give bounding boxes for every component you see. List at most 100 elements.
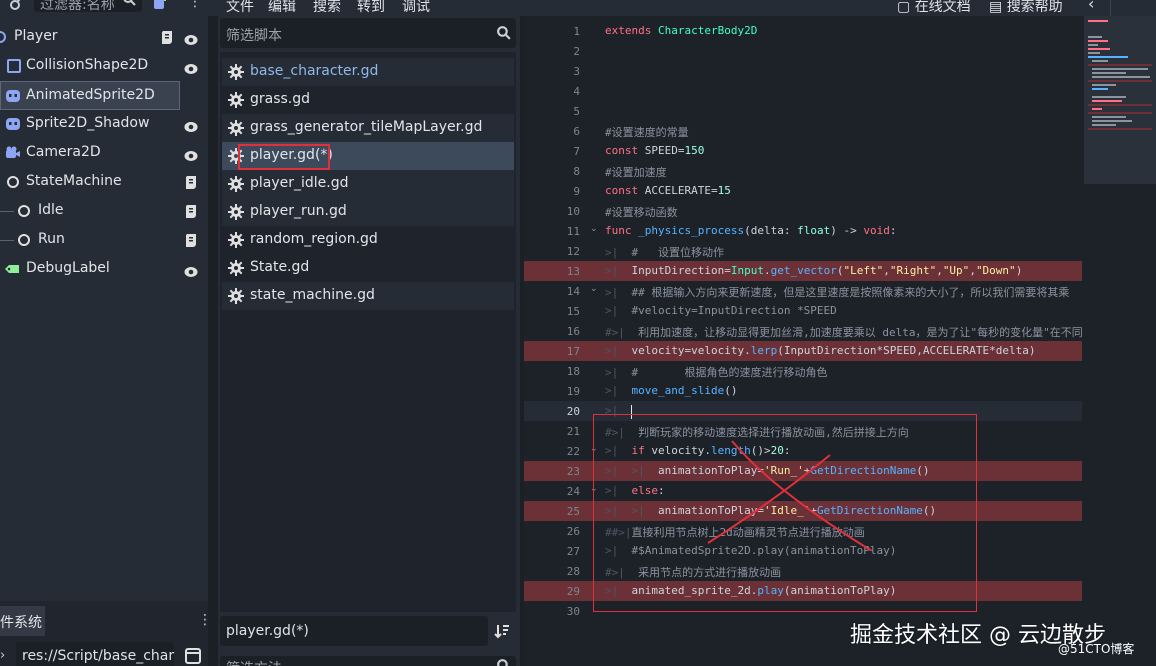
tree-node-statemachine[interactable]: StateMachine	[0, 168, 208, 197]
tree-node-label: Idle	[38, 202, 64, 218]
fold-arrow-icon[interactable]: ⌄	[590, 224, 598, 234]
code-line-8[interactable]: 8 #设置加速度	[524, 161, 1082, 181]
script-icon[interactable]	[184, 204, 198, 223]
tree-node-collisionshape2d[interactable]: CollisionShape2D	[0, 52, 208, 81]
top-bar: 过滤器:名称 ⋮ 文件 编辑 搜索 转到 调试 ▢ 在线文档 ▤ 搜索帮助 ‹	[0, 0, 1156, 16]
code-line-4[interactable]: 4	[524, 81, 1082, 101]
panel-divider[interactable]	[208, 16, 218, 666]
code-line-10[interactable]: 10 #设置移动函数	[524, 201, 1082, 221]
layout-toggle-icon[interactable]	[185, 648, 201, 666]
tree-node-animatedsprite2d[interactable]: AnimatedSprite2D	[0, 81, 180, 110]
tree-node-label: DebugLabel	[26, 260, 110, 276]
script-filter-input[interactable]: 筛选脚本	[220, 18, 516, 48]
node-icon	[16, 203, 32, 219]
filesystem-path-input[interactable]: res://Script/base_char	[16, 642, 174, 666]
menu-debug[interactable]: 调试	[402, 0, 430, 16]
code-line-15[interactable]: 15 >| #velocity=InputDirection *SPEED	[524, 301, 1082, 321]
line-number: 8	[573, 165, 580, 178]
current-script-field[interactable]: player.gd(*)	[220, 616, 488, 646]
script-icon[interactable]	[160, 30, 174, 49]
line-number: 28	[566, 565, 580, 578]
script-item-grass[interactable]: grass.gd	[222, 86, 514, 114]
code-line-14[interactable]: 14 ⌄ >| ## 根据输入方向来更新速度，但是这里速度是按照像素来的大小了，所以…	[524, 281, 1082, 301]
code-line-2[interactable]: 2	[524, 41, 1082, 61]
menu-file[interactable]: 文件	[226, 0, 254, 16]
tree-node-sprite2d-shadow[interactable]: Sprite2D_Shadow	[0, 110, 208, 139]
filesystem-tab[interactable]: 文件系统	[0, 606, 45, 636]
gear-icon	[228, 92, 244, 112]
script-item-label: State.gd	[250, 259, 310, 275]
eye-icon[interactable]	[184, 60, 198, 79]
node-filter-input[interactable]: 过滤器:名称	[34, 0, 142, 13]
script-item-label: grass.gd	[250, 91, 311, 107]
code-text: extends CharacterBody2D	[605, 24, 758, 37]
tree-node-idle[interactable]: Idle	[0, 197, 208, 226]
code-line-6[interactable]: 6 #设置速度的常量	[524, 121, 1082, 141]
more-vertical-icon[interactable]: ⋮	[188, 0, 202, 10]
code-line-5[interactable]: 5	[524, 101, 1082, 121]
code-text: const ACCELERATE=15	[605, 184, 731, 197]
code-line-18[interactable]: 18 >| # 根据角色的速度进行移动角色	[524, 361, 1082, 381]
search-help-button[interactable]: ▤ 搜索帮助	[989, 0, 1063, 16]
code-line-1[interactable]: 1 extends CharacterBody2D	[524, 21, 1082, 41]
tree-node-label: StateMachine	[26, 173, 122, 189]
chevron-right-icon[interactable]: ›	[0, 648, 5, 663]
menu-edit[interactable]: 编辑	[268, 0, 296, 16]
collision-shape-icon	[6, 58, 22, 74]
add-node-icon[interactable]	[152, 0, 168, 15]
menu-goto[interactable]: 转到	[357, 0, 385, 16]
code-text: #>| 利用加速度，让移动显得更加丝滑,加速度要乘以 delta，是为了让"每秒…	[605, 326, 1083, 339]
back-arrow-icon[interactable]: ‹	[1088, 0, 1094, 13]
online-docs-label: 在线文档	[914, 0, 971, 15]
code-text: #设置加速度	[605, 166, 667, 179]
script-icon[interactable]	[184, 233, 198, 252]
code-minimap[interactable]	[1084, 16, 1156, 184]
line-number: 3	[573, 65, 580, 78]
line-number: 16	[566, 325, 580, 338]
eye-icon[interactable]	[184, 31, 198, 50]
sort-icon[interactable]	[494, 623, 510, 643]
method-filter-input[interactable]: 筛选方法	[220, 656, 516, 666]
fold-arrow-icon[interactable]: ⌄	[590, 284, 598, 294]
link-scene-icon[interactable]	[8, 0, 22, 15]
line-number: 30	[566, 605, 580, 618]
code-line-13[interactable]: 13 >| InputDirection=Input.get_vector("Le…	[524, 261, 1082, 281]
script-item-grass-generator[interactable]: grass_generator_tileMapLayer.gd	[222, 114, 514, 142]
script-item-state-machine[interactable]: state_machine.gd	[222, 282, 514, 310]
script-item-random-region[interactable]: random_region.gd	[222, 226, 514, 254]
eye-icon[interactable]	[184, 147, 198, 166]
code-line-16[interactable]: 16 #>| 利用加速度，让移动显得更加丝滑,加速度要乘以 delta，是为了让"…	[524, 321, 1083, 341]
line-number: 11	[566, 225, 580, 238]
code-line-9[interactable]: 9 const ACCELERATE=15	[524, 181, 1082, 201]
tree-node-player[interactable]: Player	[0, 23, 208, 52]
script-item-state[interactable]: State.gd	[222, 254, 514, 282]
red-highlight-box	[238, 144, 330, 170]
tree-node-run[interactable]: Run	[0, 226, 208, 255]
script-item-label: state_machine.gd	[250, 287, 375, 303]
eye-icon[interactable]	[184, 263, 198, 282]
script-item-player-idle[interactable]: player_idle.gd	[222, 170, 514, 198]
code-line-12[interactable]: 12 >| # 设置位移动作	[524, 241, 1082, 261]
code-line-19[interactable]: 19 >| move_and_slide()	[524, 381, 1082, 401]
tree-node-label: CollisionShape2D	[26, 57, 149, 73]
filesystem-tab-label: 文件系统	[0, 615, 42, 631]
code-text: >| InputDirection=Input.get_vector("Left…	[605, 264, 1023, 277]
tree-node-camera2d[interactable]: Camera2D	[0, 139, 208, 168]
code-line-17[interactable]: 17 >| velocity=velocity.lerp(InputDirecti…	[524, 341, 1082, 361]
script-item-player-run[interactable]: player_run.gd	[222, 198, 514, 226]
online-docs-button[interactable]: ▢ 在线文档	[897, 0, 971, 16]
code-text: >| move_and_slide()	[605, 384, 738, 397]
script-icon[interactable]	[184, 175, 198, 194]
code-line-11[interactable]: 11 ⌄ func _physics_process(delta: float) -…	[524, 221, 1082, 241]
code-line-7[interactable]: 7 const SPEED=150	[524, 141, 1082, 161]
line-number: 19	[566, 385, 580, 398]
script-item-base-character[interactable]: base_character.gd	[222, 58, 514, 86]
menu-search[interactable]: 搜索	[313, 0, 341, 16]
eye-icon[interactable]	[184, 118, 198, 137]
code-line-3[interactable]: 3	[524, 61, 1082, 81]
node-icon	[5, 174, 21, 190]
code-text: >| ## 根据输入方向来更新速度，但是这里速度是按照像素来的大小了，所以我们需…	[605, 286, 1070, 299]
search-icon	[496, 25, 511, 44]
tree-node-debuglabel[interactable]: DebugLabel	[0, 255, 208, 284]
code-editor[interactable]: 1 extends CharacterBody2D 2 3 4 5 6 #设置速度的…	[524, 16, 1156, 666]
